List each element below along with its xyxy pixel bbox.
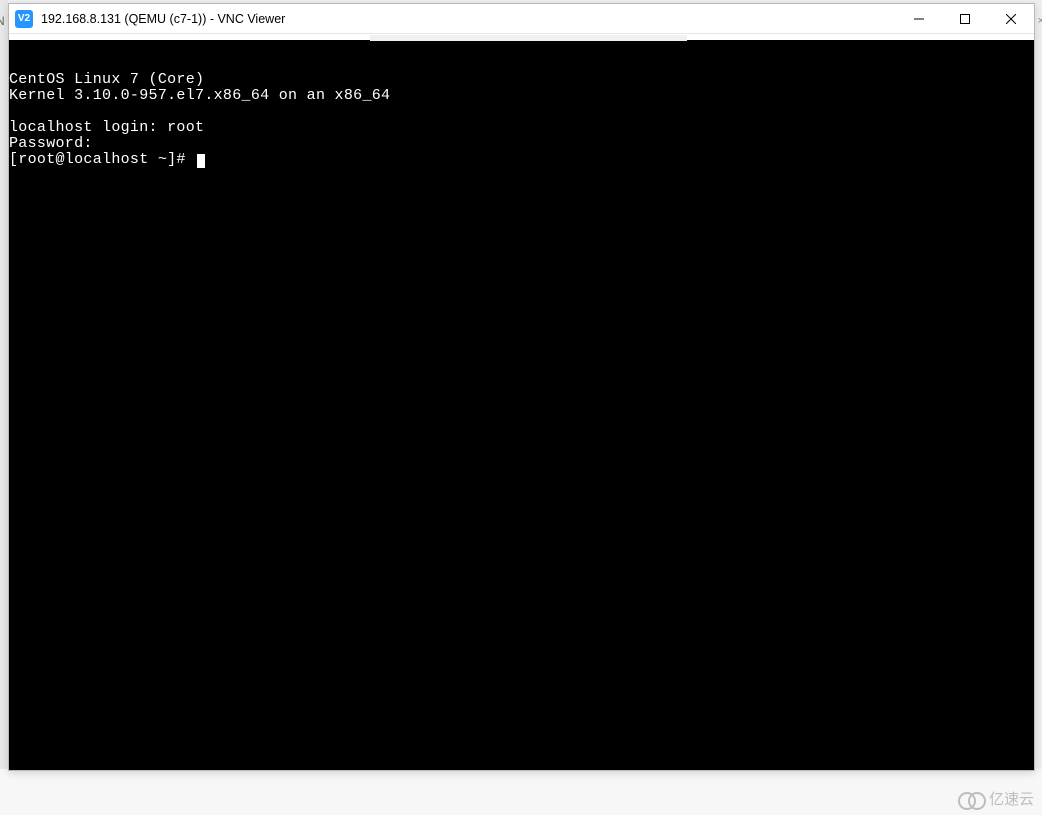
terminal-prompt-line: [root@localhost ~]# xyxy=(9,151,205,168)
minimize-button[interactable] xyxy=(896,4,942,33)
bg-right-fragment: × xyxy=(1038,15,1042,27)
terminal-prompt: [root@localhost ~]# xyxy=(9,151,195,168)
background-window-right-edge: × xyxy=(1036,0,1042,815)
vnc-viewer-window: V2 192.168.8.131 (QEMU (c7-1)) - VNC Vie… xyxy=(8,3,1035,771)
background-bottom-strip xyxy=(0,769,1042,815)
close-button[interactable] xyxy=(988,4,1034,33)
minimize-icon xyxy=(914,14,924,24)
terminal-line: localhost login: root xyxy=(9,119,204,136)
window-title: 192.168.8.131 (QEMU (c7-1)) - VNC Viewer xyxy=(41,12,896,26)
close-icon xyxy=(1006,14,1016,24)
watermark: 亿速云 xyxy=(958,788,1034,809)
terminal-cursor xyxy=(197,154,205,168)
terminal-screen[interactable]: CentOS Linux 7 (Core) Kernel 3.10.0-957.… xyxy=(9,40,1034,770)
window-controls xyxy=(896,4,1034,33)
maximize-icon xyxy=(960,14,970,24)
bg-left-fragment: N xyxy=(0,14,5,28)
background-window-left-edge: N xyxy=(0,0,8,815)
terminal-line: Kernel 3.10.0-957.el7.x86_64 on an x86_6… xyxy=(9,87,390,104)
vnc-app-icon: V2 xyxy=(15,10,33,28)
titlebar[interactable]: V2 192.168.8.131 (QEMU (c7-1)) - VNC Vie… xyxy=(9,4,1034,34)
toolbar-center-strip xyxy=(370,35,687,41)
maximize-button[interactable] xyxy=(942,4,988,33)
watermark-text: 亿速云 xyxy=(989,788,1034,809)
terminal-line: CentOS Linux 7 (Core) xyxy=(9,71,204,88)
terminal-line: Password: xyxy=(9,135,93,152)
watermark-cloud-icon xyxy=(958,790,986,808)
